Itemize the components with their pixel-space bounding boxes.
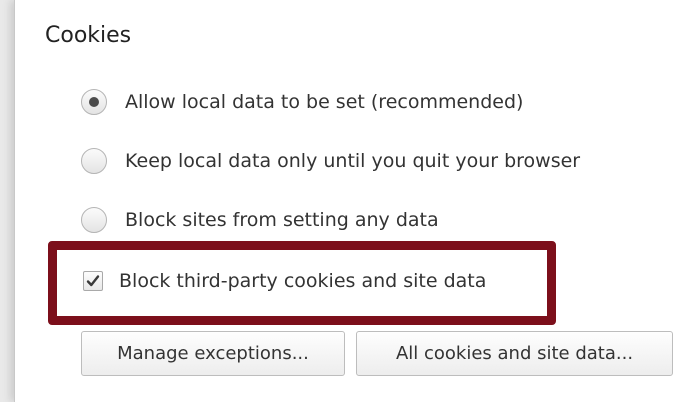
checkbox-block-third-party[interactable]: Block third-party cookies and site data xyxy=(81,266,486,296)
radio-allow-local-data[interactable]: Allow local data to be set (recommended) xyxy=(81,87,523,117)
radio-label: Allow local data to be set (recommended) xyxy=(125,91,524,113)
radio-label: Keep local data only until you quit your… xyxy=(125,150,581,172)
radio-selected-dot xyxy=(89,97,99,107)
radio-button[interactable] xyxy=(81,207,107,233)
checkbox-label: Block third-party cookies and site data xyxy=(119,270,487,292)
radio-button[interactable] xyxy=(81,148,107,174)
radio-label: Block sites from setting any data xyxy=(125,209,439,231)
cookies-settings-panel: Cookies Allow local data to be set (reco… xyxy=(14,0,693,402)
section-title: Cookies xyxy=(45,23,132,48)
radio-block-all-data[interactable]: Block sites from setting any data xyxy=(81,205,439,235)
manage-exceptions-button[interactable]: Manage exceptions... xyxy=(81,331,345,376)
checkmark-icon xyxy=(86,275,100,287)
all-cookies-button[interactable]: All cookies and site data... xyxy=(356,331,673,376)
radio-keep-until-quit[interactable]: Keep local data only until you quit your… xyxy=(81,146,580,176)
checkbox-checked[interactable] xyxy=(83,271,103,291)
radio-button-selected[interactable] xyxy=(81,89,107,115)
